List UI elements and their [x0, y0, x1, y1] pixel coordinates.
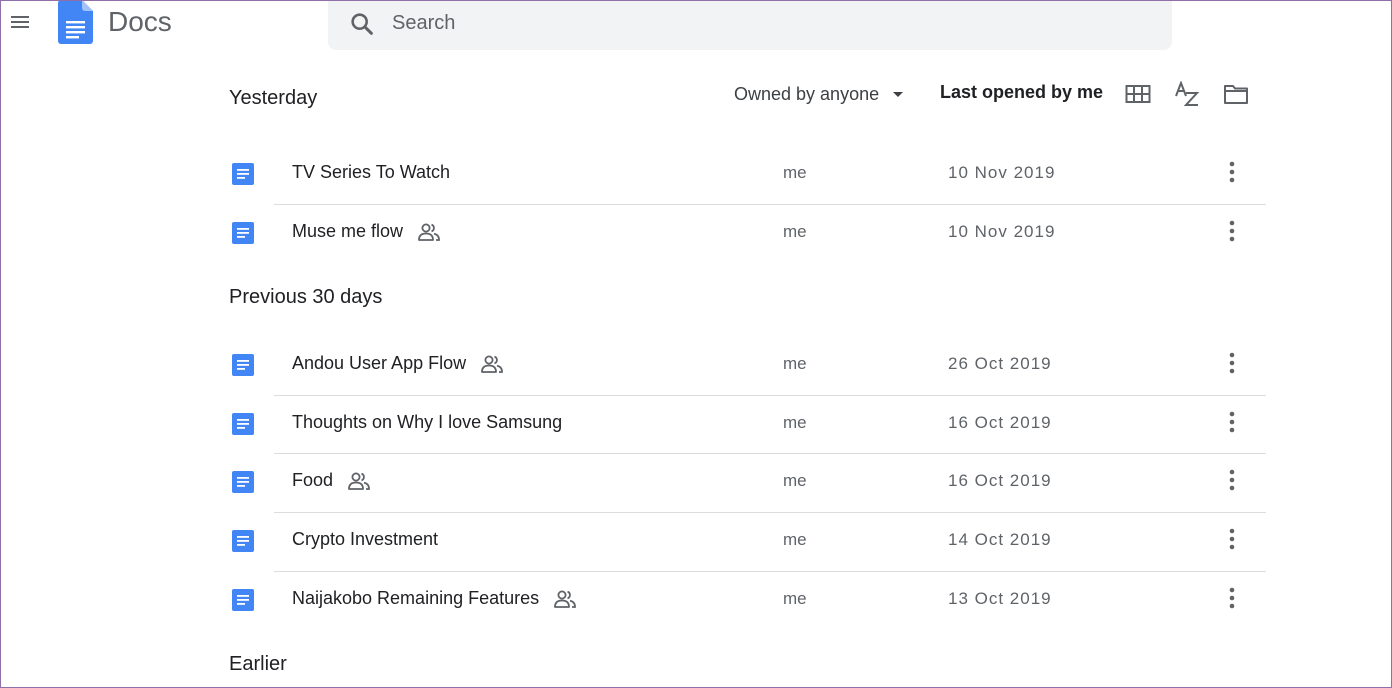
document-name[interactable]: Andou User App Flow [292, 353, 504, 374]
more-vert-icon [1229, 352, 1235, 379]
document-row[interactable]: Thoughts on Why I love Samsung me 16 Oct 2… [229, 395, 1266, 453]
more-vert-icon [1229, 411, 1235, 438]
more-options-button[interactable] [1219, 160, 1245, 188]
last-opened-date: 13 Oct 2019 [948, 589, 1052, 608]
more-vert-icon [1229, 528, 1235, 555]
document-name[interactable]: Crypto Investment [292, 529, 438, 550]
doc-file-icon [232, 354, 254, 376]
grid-view-button[interactable] [1124, 80, 1152, 108]
search-input[interactable] [392, 8, 1152, 38]
document-name[interactable]: Thoughts on Why I love Samsung [292, 412, 562, 433]
document-name[interactable]: Muse me flow [292, 221, 441, 242]
document-owner: me [783, 471, 807, 490]
search-icon[interactable] [348, 10, 376, 38]
section-title: Yesterday [229, 87, 318, 109]
shared-people-icon [553, 589, 577, 609]
hamburger-menu-icon [11, 16, 29, 28]
document-title: Andou User App Flow [292, 353, 467, 373]
more-options-button[interactable] [1219, 219, 1245, 247]
dropdown-arrow-icon [893, 91, 904, 97]
more-vert-icon [1229, 220, 1235, 247]
document-title: TV Series To Watch [292, 162, 451, 182]
document-title: Crypto Investment [292, 529, 439, 549]
document-title: Muse me flow [292, 221, 404, 241]
more-options-button[interactable] [1219, 410, 1245, 438]
document-owner: me [783, 222, 807, 241]
document-row[interactable]: Andou User App Flow me 26 Oct 2019 [229, 336, 1266, 394]
document-row[interactable]: Food me 16 Oct 2019 [229, 453, 1266, 511]
document-row[interactable]: Naijakobo Remaining Features me 13 Oct 201… [229, 571, 1266, 629]
last-opened-date: 16 Oct 2019 [948, 471, 1052, 490]
folder-icon [1224, 85, 1248, 104]
owner-filter-label: Owned by anyone [734, 83, 880, 104]
document-name[interactable]: Naijakobo Remaining Features [292, 588, 577, 609]
document-title: Food [292, 470, 334, 490]
sort-order-button[interactable]: Last opened by me [940, 82, 1103, 103]
section-title: Previous 30 days [229, 286, 383, 308]
doc-file-icon [232, 530, 254, 552]
document-row[interactable]: TV Series To Watch me 10 Nov 2019 [229, 145, 1266, 203]
document-owner: me [783, 589, 807, 608]
last-opened-date: 14 Oct 2019 [948, 530, 1052, 549]
more-options-button[interactable] [1219, 527, 1245, 555]
last-opened-date: 10 Nov 2019 [948, 222, 1056, 241]
document-title: Thoughts on Why I love Samsung [292, 412, 563, 432]
search-bar[interactable] [328, 0, 1172, 50]
row-divider [274, 512, 1266, 513]
more-options-button[interactable] [1219, 586, 1245, 614]
doc-file-icon [232, 222, 254, 244]
doc-file-icon [232, 413, 254, 435]
row-divider [274, 571, 1266, 572]
last-opened-date: 16 Oct 2019 [948, 413, 1052, 432]
section-title: Earlier [229, 653, 287, 675]
more-vert-icon [1229, 587, 1235, 614]
last-opened-date: 10 Nov 2019 [948, 163, 1056, 182]
more-options-button[interactable] [1219, 468, 1245, 496]
more-vert-icon [1229, 469, 1235, 496]
document-owner: me [783, 530, 807, 549]
app-title[interactable]: Docs [108, 6, 172, 38]
row-divider [274, 453, 1266, 454]
document-row[interactable]: Crypto Investment me 14 Oct 2019 [229, 512, 1266, 570]
google-docs-logo-icon[interactable] [58, 0, 94, 44]
document-name[interactable]: Food [292, 470, 371, 491]
document-row[interactable]: Muse me flow me 10 Nov 2019 [229, 204, 1266, 262]
shared-people-icon [480, 354, 504, 374]
doc-file-icon [232, 589, 254, 611]
document-owner: me [783, 354, 807, 373]
shared-people-icon [417, 222, 441, 242]
grid-view-icon [1125, 85, 1151, 103]
last-opened-date: 26 Oct 2019 [948, 354, 1052, 373]
document-name[interactable]: TV Series To Watch [292, 162, 450, 183]
shared-people-icon [347, 471, 371, 491]
sort-az-button[interactable] [1173, 80, 1201, 108]
sort-az-icon [1175, 81, 1200, 106]
document-owner: me [783, 163, 807, 182]
owner-filter-dropdown[interactable]: Owned by anyone [734, 82, 904, 106]
row-divider [274, 204, 1266, 205]
more-options-button[interactable] [1219, 351, 1245, 379]
folder-picker-button[interactable] [1222, 80, 1250, 108]
row-divider [274, 395, 1266, 396]
doc-file-icon [232, 471, 254, 493]
document-owner: me [783, 413, 807, 432]
main-menu-button[interactable] [6, 8, 34, 36]
document-title: Naijakobo Remaining Features [292, 588, 540, 608]
more-vert-icon [1229, 161, 1235, 188]
doc-file-icon [232, 163, 254, 185]
